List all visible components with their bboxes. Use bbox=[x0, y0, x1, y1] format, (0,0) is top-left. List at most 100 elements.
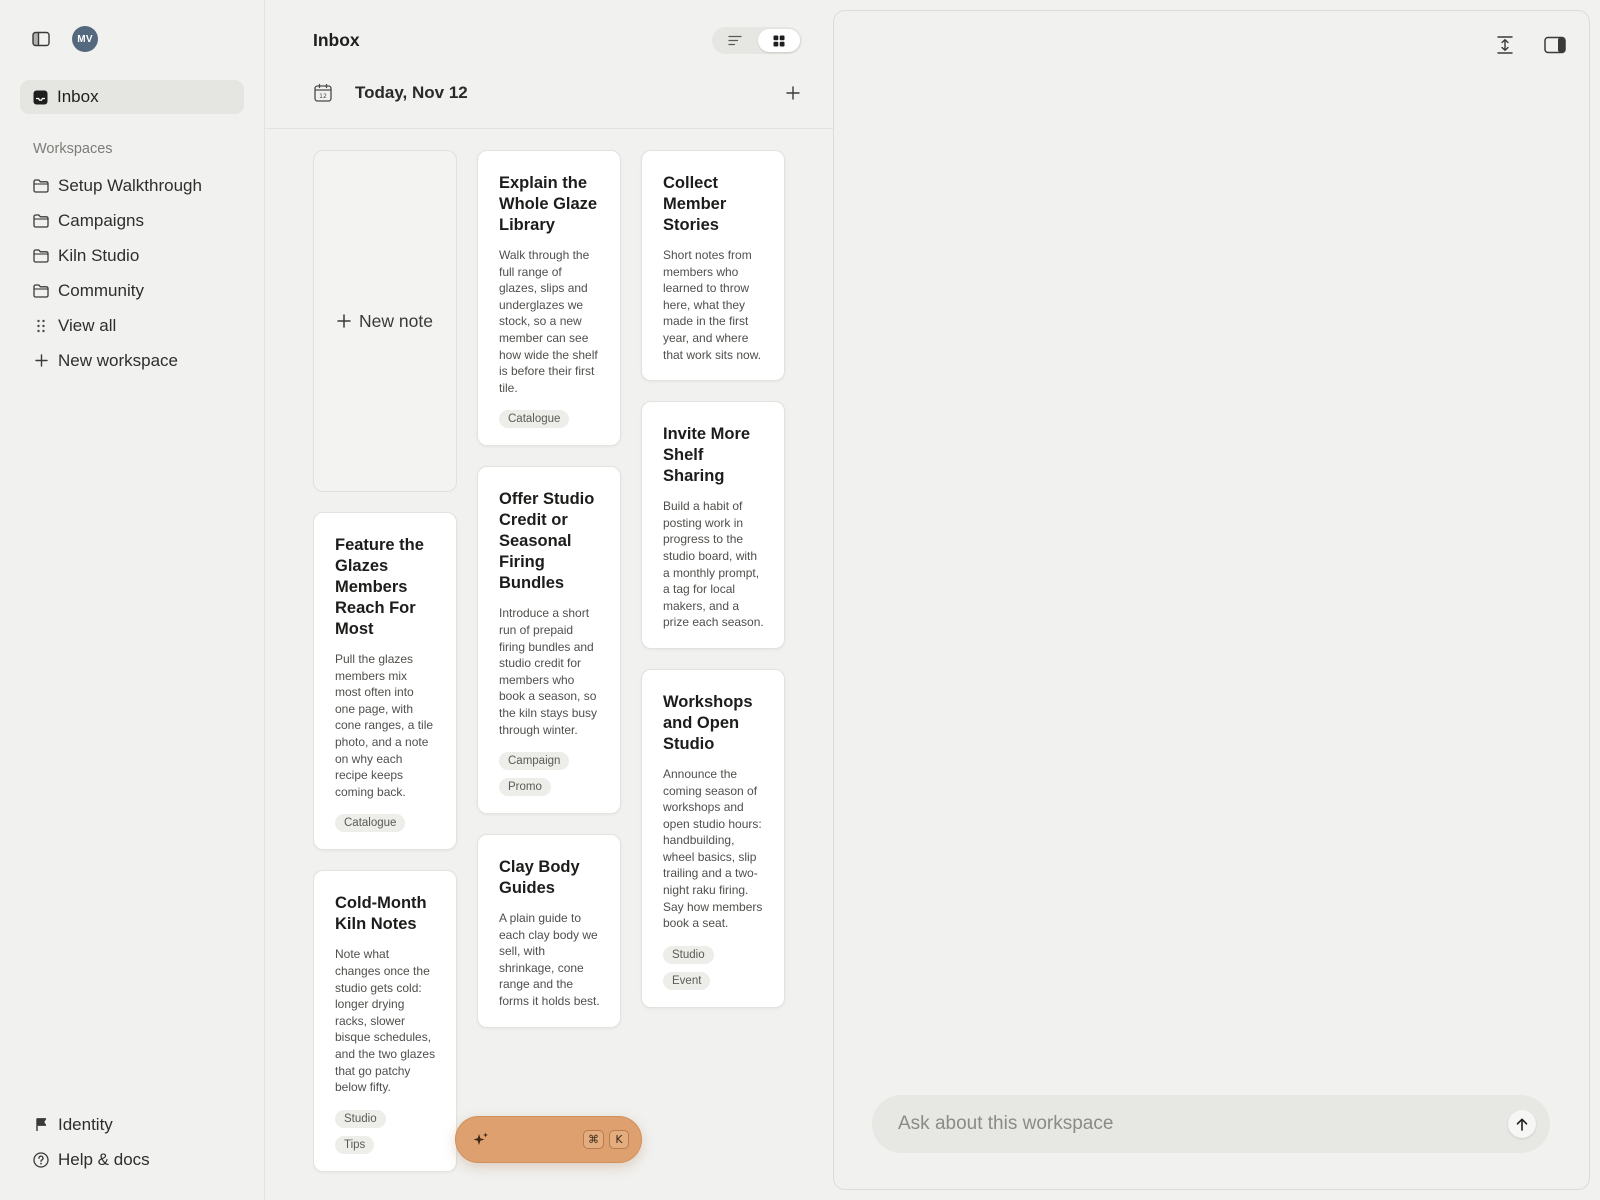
note-title: Cold-Month Kiln Notes bbox=[335, 894, 427, 934]
note-title: Clay Body Guides bbox=[499, 858, 580, 898]
page-title: Inbox bbox=[313, 30, 360, 50]
help-circle-icon bbox=[33, 1151, 49, 1168]
sidebar-item-identity[interactable]: Identity bbox=[20, 1107, 244, 1142]
tag-badge[interactable]: Campaign bbox=[499, 752, 570, 771]
note-tags: Catalogue bbox=[335, 814, 436, 833]
note-title: Offer Studio Credit or Seasonal Firing B… bbox=[499, 490, 595, 593]
inbox-icon bbox=[33, 90, 48, 105]
note-title: Feature the Glazes Members Reach For Mos… bbox=[335, 536, 424, 638]
note-card[interactable]: Workshops and Open Studio Announce the c… bbox=[641, 668, 785, 1008]
new-note-button[interactable]: New note bbox=[313, 150, 457, 492]
tag-badge[interactable]: Studio bbox=[663, 945, 714, 964]
tag-badge[interactable]: Catalogue bbox=[499, 410, 570, 429]
grid-view-button[interactable] bbox=[758, 29, 800, 52]
note-title: Workshops and Open Studio bbox=[663, 692, 753, 753]
sidebar-item-community[interactable]: Community bbox=[20, 273, 244, 308]
note-body: Build a habit of posting work in progres… bbox=[663, 499, 764, 630]
note-card[interactable]: Feature the Glazes Members Reach For Mos… bbox=[313, 512, 457, 851]
note-body: Note what changes once the studio gets c… bbox=[335, 947, 436, 1095]
tag-badge[interactable]: Event bbox=[663, 971, 711, 990]
sidebar-item-campaigns[interactable]: Campaigns bbox=[20, 203, 244, 238]
command-key: ⌘ bbox=[583, 1130, 604, 1149]
sidebar: MV Inbox Workspaces Setup Walkthrough Ca… bbox=[0, 0, 265, 1200]
sidebar-item-label: View all bbox=[58, 315, 117, 335]
sidebar-item-label: Identity bbox=[58, 1114, 113, 1134]
folder-icon bbox=[33, 213, 49, 229]
note-card[interactable]: Offer Studio Credit or Seasonal Firing B… bbox=[477, 466, 621, 815]
date-label: Today, Nov 12 bbox=[355, 83, 468, 102]
note-body: Short notes from members who learned to … bbox=[663, 248, 762, 362]
sidebar-item-label: Setup Walkthrough bbox=[58, 175, 202, 195]
date-header: 12 Today, Nov 12 bbox=[313, 80, 803, 106]
ask-bar bbox=[872, 1095, 1550, 1153]
side-panel-icon bbox=[1544, 36, 1566, 54]
avatar[interactable]: MV bbox=[72, 26, 98, 52]
note-title: Invite More Shelf Sharing bbox=[663, 425, 751, 486]
expand-vertical-button[interactable] bbox=[1493, 33, 1517, 57]
flag-icon bbox=[33, 1117, 49, 1133]
view-toggle bbox=[712, 27, 802, 54]
sidebar-item-setup-walkthrough[interactable]: Setup Walkthrough bbox=[20, 168, 244, 203]
notes-grid: New note Feature the Glazes Members Reac… bbox=[313, 150, 803, 1200]
ask-input[interactable] bbox=[898, 1113, 1508, 1135]
keyboard-shortcut: ⌘ K bbox=[583, 1130, 629, 1149]
note-tags: Campaign Promo bbox=[499, 752, 600, 797]
send-button[interactable] bbox=[1508, 1110, 1536, 1138]
workspaces-heading: Workspaces bbox=[33, 141, 113, 157]
panel-toolbar bbox=[1493, 33, 1567, 57]
new-workspace-button[interactable]: New workspace bbox=[20, 343, 244, 378]
note-card[interactable]: Explain the Whole Glaze Library Walk thr… bbox=[477, 150, 621, 447]
list-view-icon bbox=[728, 35, 742, 46]
sidebar-item-label: Kiln Studio bbox=[58, 245, 140, 265]
calendar-day: 12 bbox=[319, 93, 327, 100]
note-tags: Studio Tips bbox=[335, 1109, 436, 1154]
sidebar-item-inbox[interactable]: Inbox bbox=[20, 80, 244, 114]
sidebar-item-label: Community bbox=[58, 280, 144, 300]
note-body: Pull the glazes members mix most often i… bbox=[335, 652, 434, 799]
tag-badge[interactable]: Studio bbox=[335, 1109, 386, 1128]
sidebar-item-kiln-studio[interactable]: Kiln Studio bbox=[20, 238, 244, 273]
note-tags: Studio Event bbox=[663, 945, 764, 990]
add-note-button[interactable] bbox=[783, 83, 803, 103]
ai-assistant-button[interactable]: ⌘ K bbox=[455, 1116, 642, 1163]
plus-icon bbox=[786, 86, 800, 100]
note-title: Explain the Whole Glaze Library bbox=[499, 174, 598, 234]
k-key: K bbox=[609, 1130, 629, 1149]
expand-vertical-icon bbox=[1495, 35, 1515, 55]
note-body: Walk through the full range of glazes, s… bbox=[499, 248, 598, 395]
sidebar-item-help-docs[interactable]: Help & docs bbox=[20, 1142, 244, 1177]
tag-badge[interactable]: Catalogue bbox=[335, 814, 406, 833]
list-view-button[interactable] bbox=[714, 29, 756, 52]
sidebar-item-label: Help & docs bbox=[58, 1149, 150, 1169]
sidebar-item-view-all[interactable]: View all bbox=[20, 308, 244, 343]
grid-view-icon bbox=[773, 35, 785, 47]
workspace-list: Setup Walkthrough Campaigns Kiln Studio … bbox=[20, 168, 244, 378]
note-card[interactable]: Collect Member Stories Short notes from … bbox=[641, 150, 785, 382]
sidebar-footer: Identity Help & docs bbox=[20, 1107, 244, 1177]
sidebar-item-label: New workspace bbox=[58, 350, 178, 370]
toggle-side-panel-button[interactable] bbox=[1543, 33, 1567, 57]
note-card[interactable]: Cold-Month Kiln Notes Note what changes … bbox=[313, 870, 457, 1172]
folder-icon bbox=[33, 248, 49, 264]
note-body: Introduce a short run of prepaid firing … bbox=[499, 606, 598, 737]
sparkle-icon bbox=[472, 1131, 490, 1149]
note-body: Announce the coming season of workshops … bbox=[663, 766, 763, 931]
new-note-label: New note bbox=[359, 310, 433, 331]
arrow-up-icon bbox=[1516, 1118, 1528, 1131]
notes-column-2: Explain the Whole Glaze Library Walk thr… bbox=[477, 150, 621, 1048]
notes-column-3: Collect Member Stories Short notes from … bbox=[641, 150, 785, 1028]
divider bbox=[265, 128, 833, 129]
note-body: A plain guide to each clay body we sell,… bbox=[499, 911, 600, 1009]
note-card[interactable]: Invite More Shelf Sharing Build a habit … bbox=[641, 401, 785, 649]
notes-column-1: New note Feature the Glazes Members Reac… bbox=[313, 150, 457, 1192]
sidebar-item-label: Campaigns bbox=[58, 210, 144, 230]
tag-badge[interactable]: Tips bbox=[335, 1135, 375, 1154]
inbox-column: Inbox 12 Today, Nov 12 New note Feature … bbox=[265, 0, 833, 1200]
calendar-icon: 12 bbox=[313, 83, 333, 103]
sidebar-toggle-icon[interactable] bbox=[30, 28, 52, 50]
note-title: Collect Member Stories bbox=[663, 174, 727, 234]
folder-icon bbox=[33, 283, 49, 299]
tag-badge[interactable]: Promo bbox=[499, 778, 551, 797]
note-card[interactable]: Clay Body Guides A plain guide to each c… bbox=[477, 834, 621, 1028]
plus-icon bbox=[33, 353, 49, 369]
